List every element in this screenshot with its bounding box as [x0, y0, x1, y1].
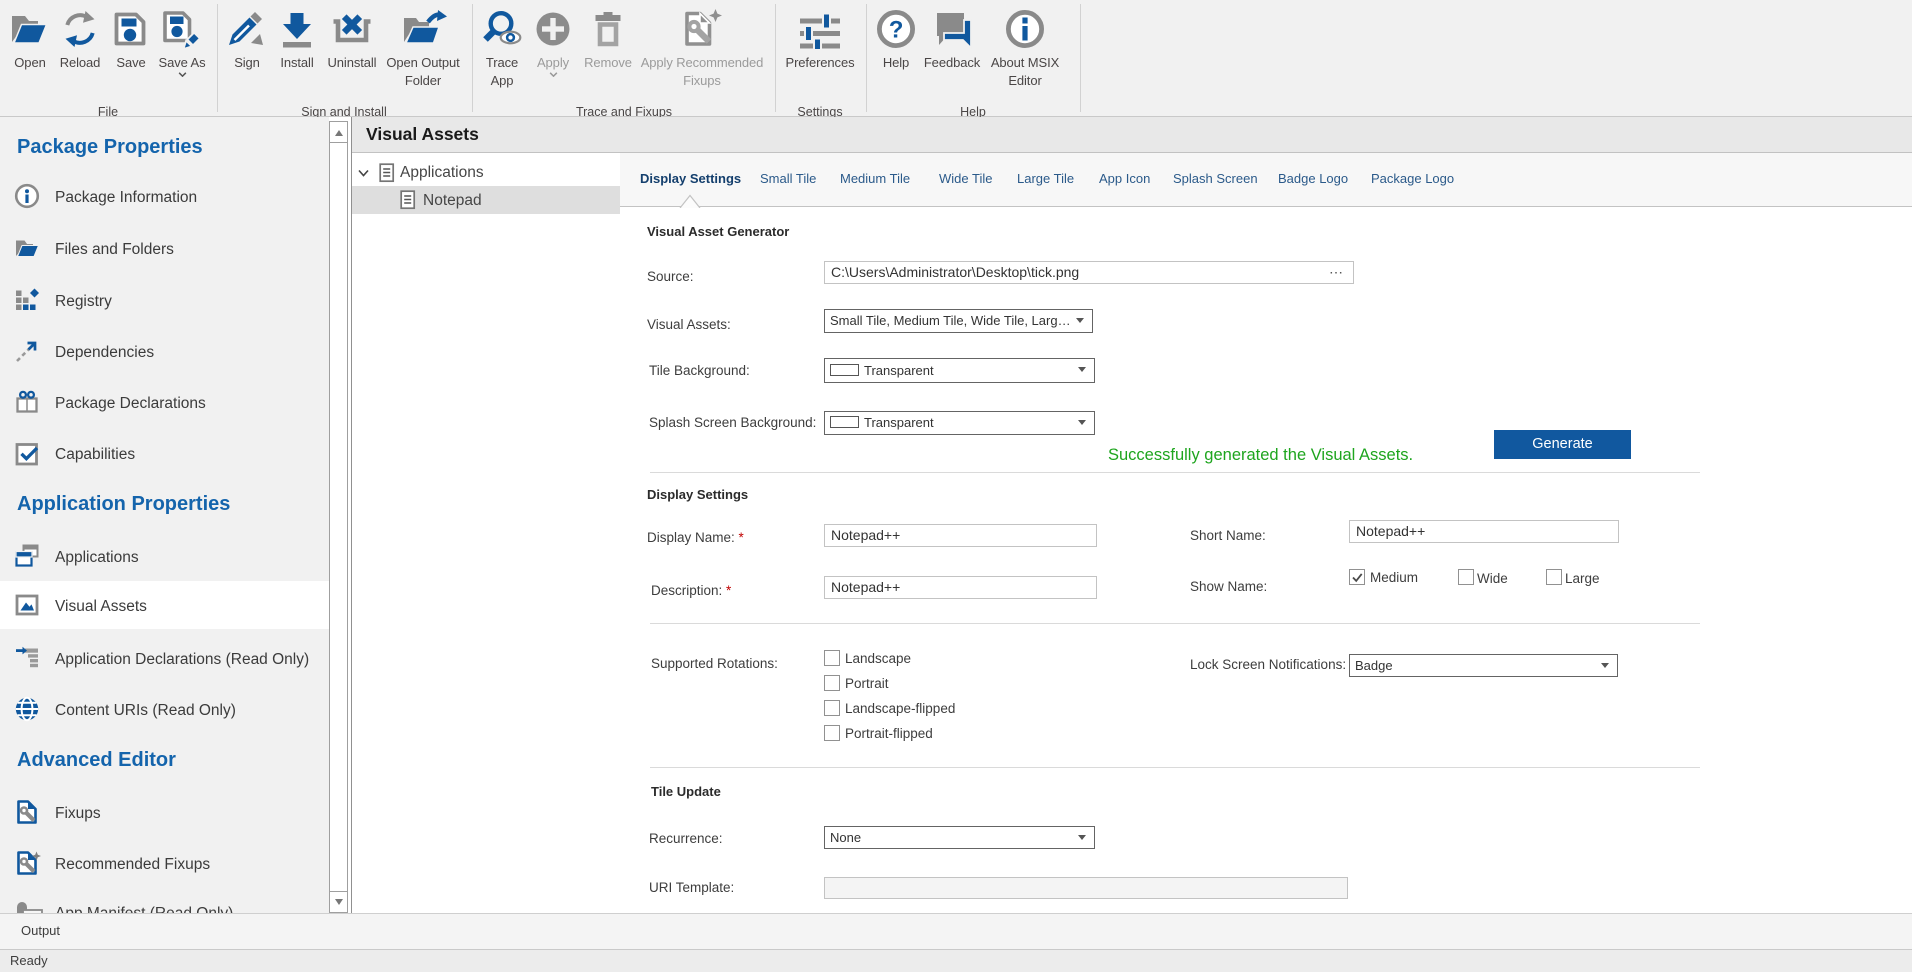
svg-text:?: ?: [889, 17, 904, 44]
